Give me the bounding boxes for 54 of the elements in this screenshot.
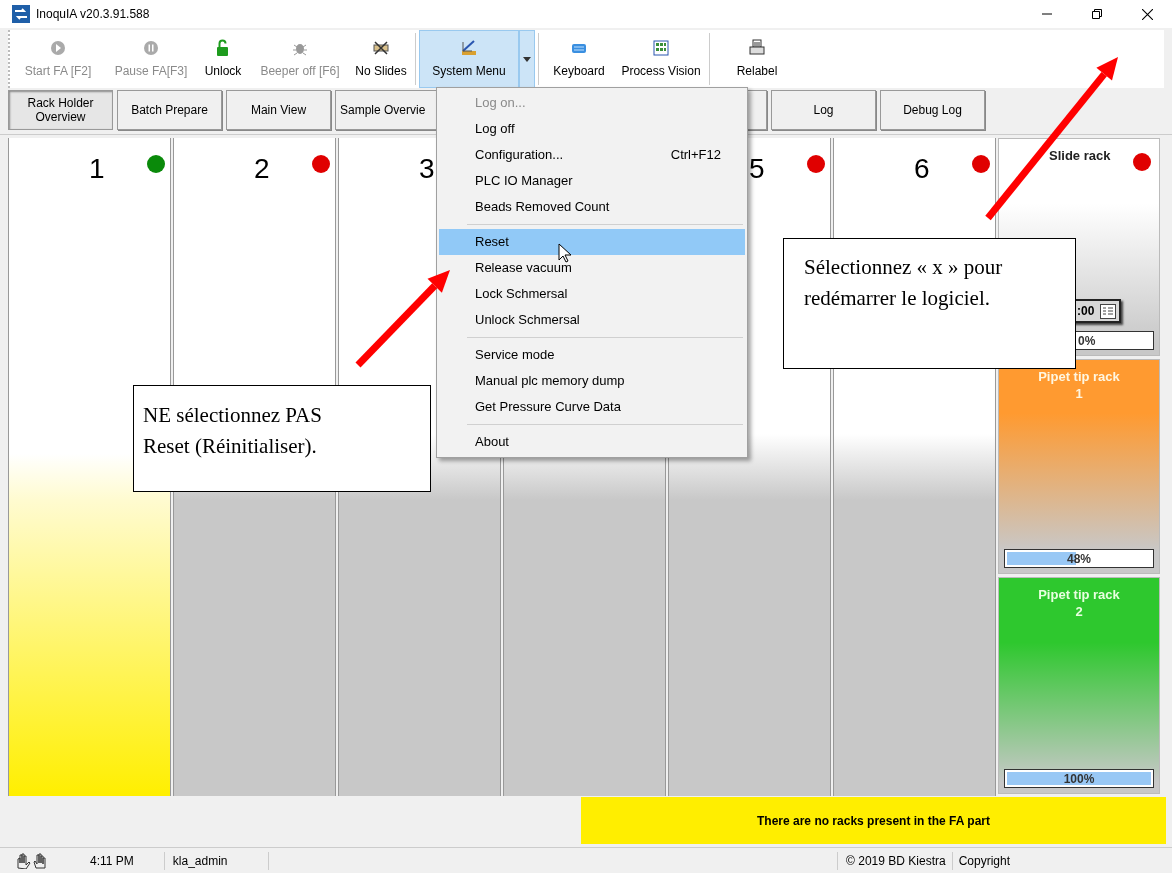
menu-item[interactable]: Release vacuum <box>439 255 745 281</box>
rack-title: Slide rack <box>1049 147 1111 164</box>
toolbar-button[interactable]: System Menu <box>419 30 519 88</box>
clock-text: 4:11 PM <box>90 852 134 870</box>
menu-item[interactable]: Service mode <box>439 342 745 368</box>
menu-item[interactable]: Lock Schmersal <box>439 281 745 307</box>
app-logo-icon <box>12 5 30 23</box>
status-message: There are no racks present in the FA part <box>581 797 1166 844</box>
menu-item[interactable]: PLC IO Manager <box>439 168 745 194</box>
copyright-text: © 2019 BD Kiestra <box>837 851 946 870</box>
window-title: InoquIA v20.3.91.588 <box>36 6 150 23</box>
menu-item[interactable]: Configuration... Ctrl+F12 <box>439 142 745 168</box>
rack-number: 2 <box>254 152 270 186</box>
callout-box: NE sélectionnez PAS Reset (Réinitialiser). <box>133 385 431 492</box>
timer-text: :00 <box>1077 303 1095 320</box>
caret-icon <box>523 56 531 62</box>
menu-item[interactable]: Log off <box>439 116 745 142</box>
rack-title: Pipet tip rack 2 <box>1037 586 1121 620</box>
user-name: kla_admin <box>163 851 269 870</box>
rack-number: 1 <box>89 152 105 186</box>
rack-number: 3 <box>419 152 435 186</box>
toolbar-button[interactable]: Process Vision <box>616 30 706 88</box>
dropdown-button[interactable] <box>519 30 535 88</box>
toolbar-button[interactable]: Unlock <box>196 30 250 88</box>
close-icon <box>1141 8 1153 20</box>
tab-button[interactable]: Main View <box>226 90 331 130</box>
toolbar-button[interactable]: No Slides <box>350 30 412 88</box>
toolbar-button[interactable]: Relabel <box>713 30 801 88</box>
rack-number: 5 <box>749 152 765 186</box>
menu-item[interactable]: Unlock Schmersal <box>439 307 745 333</box>
progress-reading: 100% <box>1062 770 1096 787</box>
crossed-slides-icon <box>372 38 390 57</box>
menu-item[interactable]: About <box>439 429 745 455</box>
restore-icon <box>1092 9 1102 19</box>
pause-icon <box>142 38 160 57</box>
tab-button[interactable]: Batch Prepare <box>117 90 222 130</box>
tab-button[interactable]: Debug Log <box>880 90 985 130</box>
callout-box: Sélectionnez « x » pour redémarrer le logiciel. <box>783 238 1076 369</box>
menu-item[interactable]: Get Pressure Curve Data <box>439 394 745 420</box>
menu-item[interactable]: Manual plc memory dump <box>439 368 745 394</box>
rack-number: 6 <box>914 152 930 186</box>
rack-title: Pipet tip rack 1 <box>1037 368 1121 402</box>
tab-button[interactable]: Log <box>771 90 876 130</box>
mouse-pointer-icon <box>558 243 572 263</box>
copyright-label: Copyright <box>951 851 1010 870</box>
progress-reading: 48% <box>1066 550 1092 567</box>
printer-icon <box>748 38 766 57</box>
ruler-pencil-icon <box>460 38 478 57</box>
play-icon <box>49 38 67 57</box>
progress-reading: 0% <box>1078 332 1096 349</box>
grid-icon <box>652 38 670 57</box>
tab-button[interactable]: Rack Holder Overview <box>8 90 113 130</box>
list-icon <box>1100 303 1117 319</box>
menu-item[interactable]: Beads Removed Count <box>439 194 745 220</box>
